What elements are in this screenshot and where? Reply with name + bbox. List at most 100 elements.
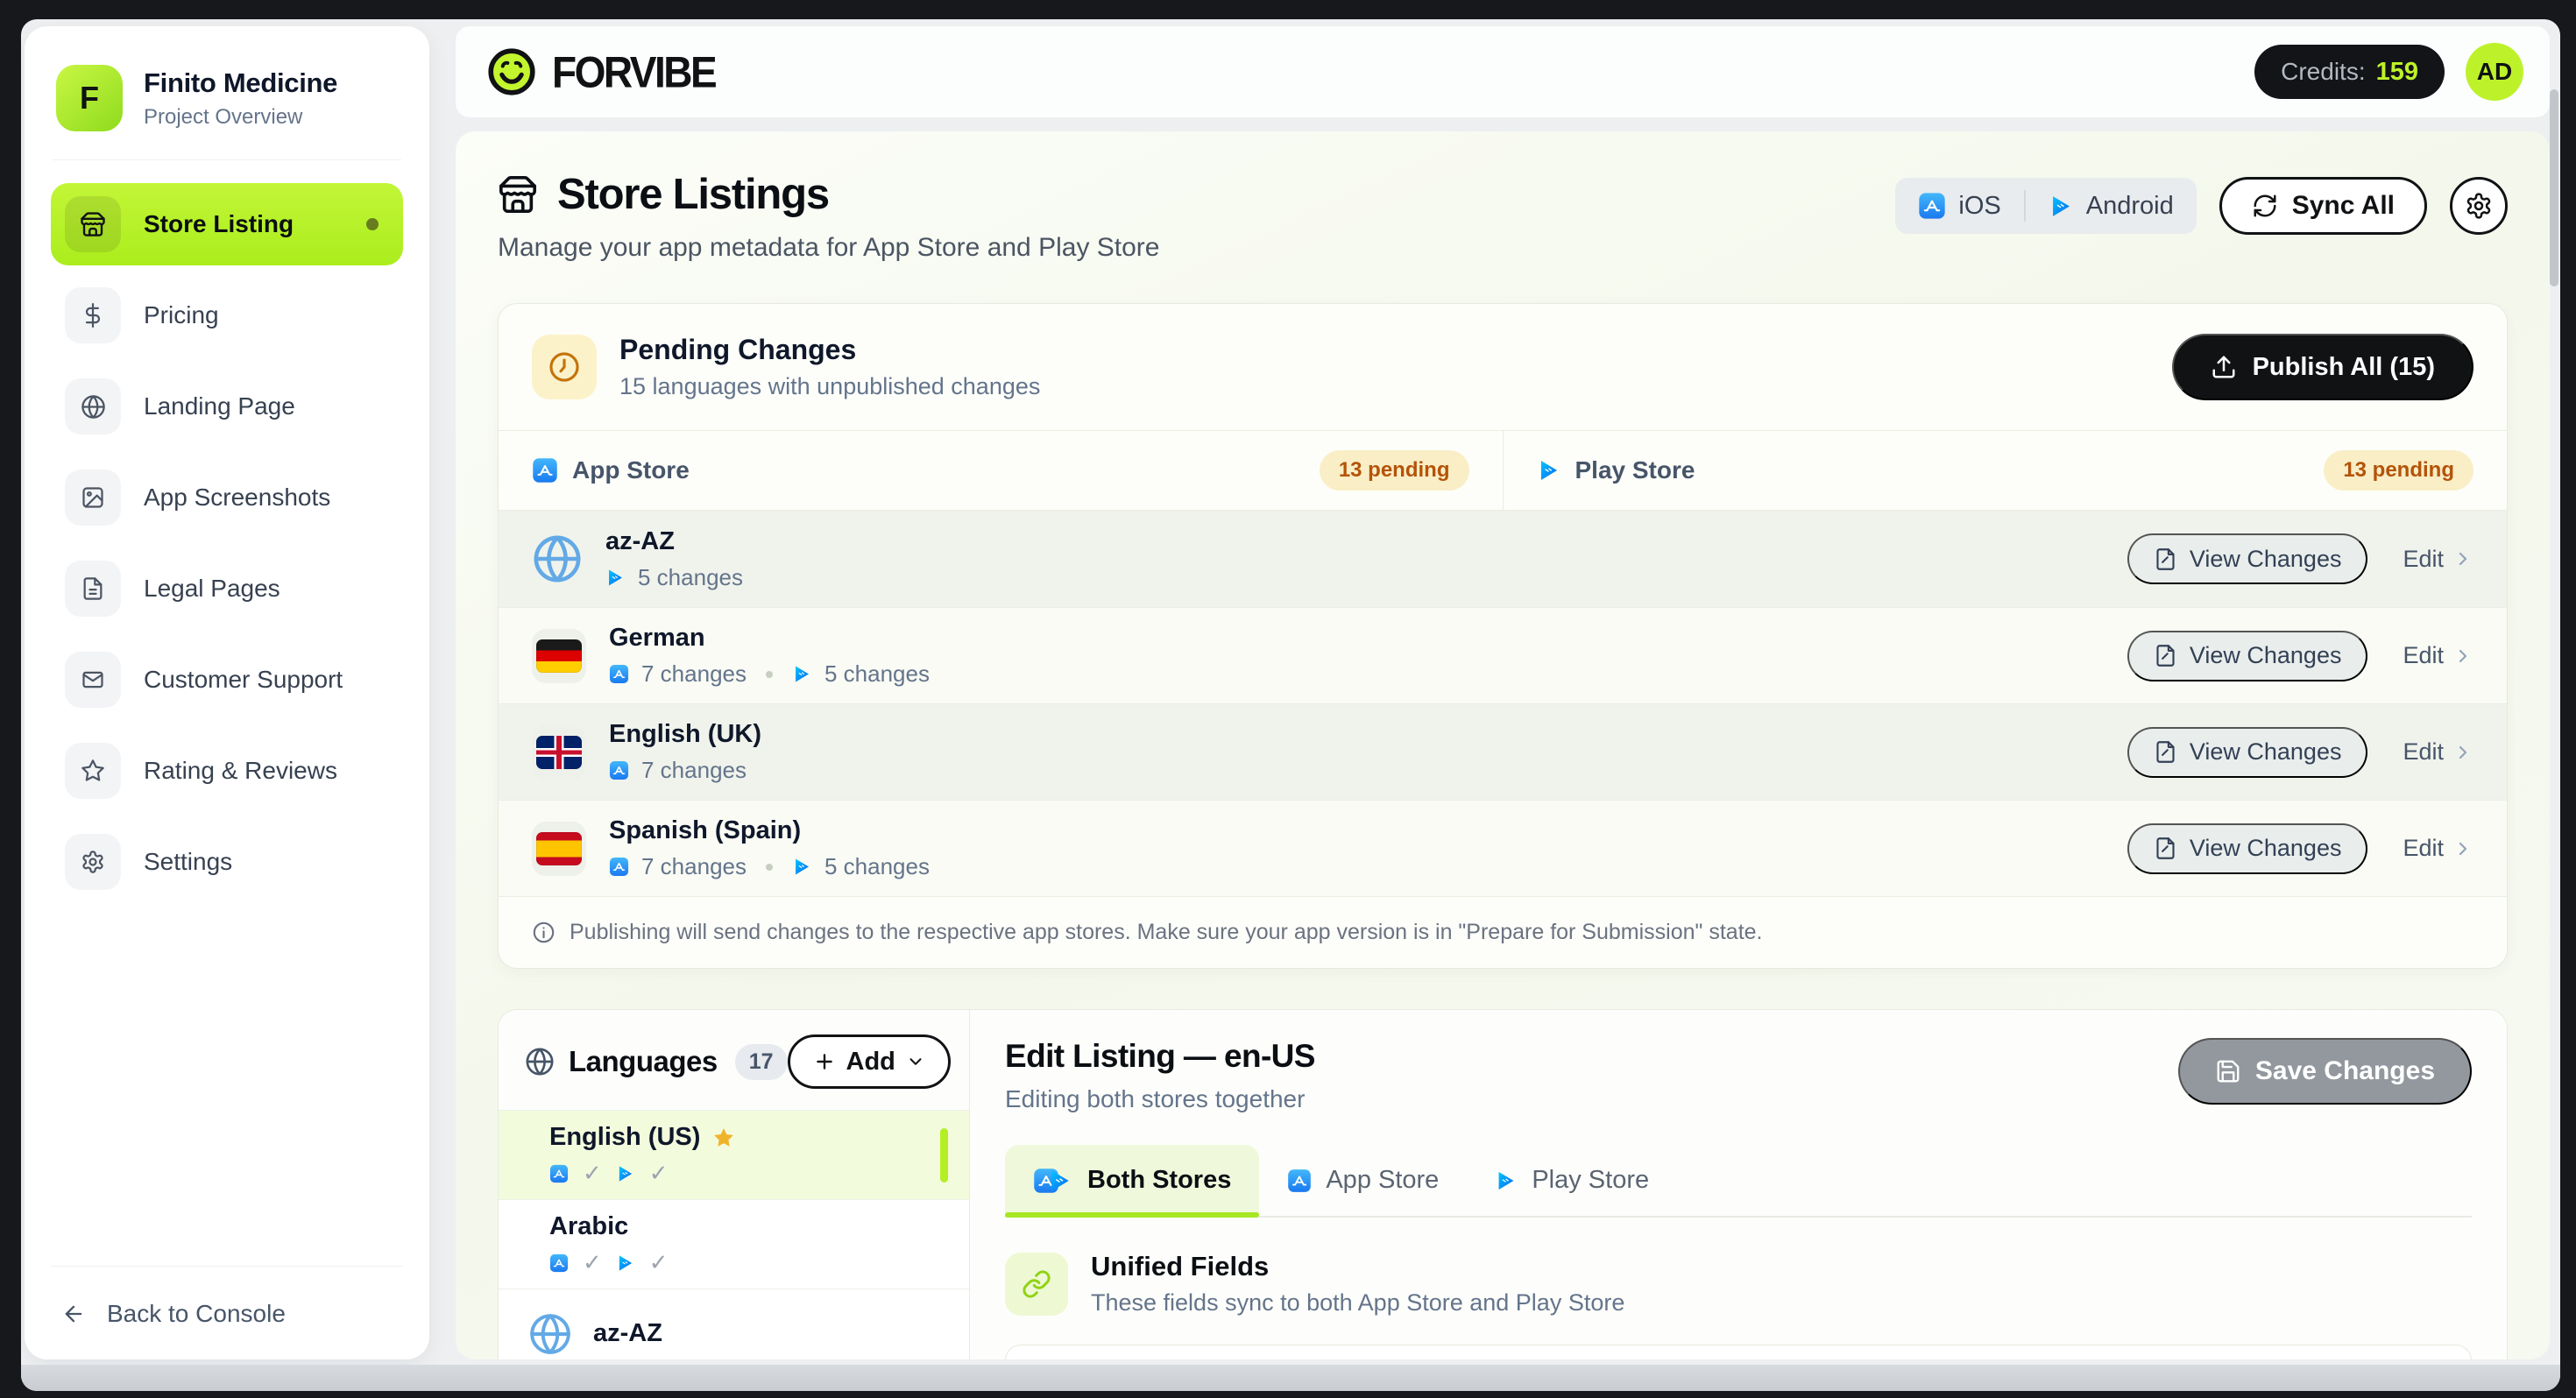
language-name: English (UK): [609, 720, 761, 749]
chevron-right-icon: [2452, 646, 2473, 667]
edit-button[interactable]: Edit: [2403, 835, 2473, 862]
play-store-column-header: Play Store 13 pending: [1503, 431, 2508, 510]
tab-label: Play Store: [1532, 1166, 1649, 1195]
sidebar-item-store-listing[interactable]: Store Listing: [51, 183, 403, 265]
sidebar-item-rating-reviews[interactable]: Rating & Reviews: [51, 730, 403, 812]
pending-row-english-uk[interactable]: English (UK) 7 changes View Changes: [499, 703, 2507, 800]
page-title: Store Listings: [557, 170, 829, 219]
view-changes-button[interactable]: View Changes: [2127, 631, 2368, 681]
platform-indicator: iOS Android: [1895, 178, 2196, 234]
language-name: German: [609, 624, 930, 653]
pending-row-spanish-spain[interactable]: Spanish (Spain) 7 changes 5 changes: [499, 800, 2507, 896]
sidebar-divider: [53, 159, 401, 160]
edit-button[interactable]: Edit: [2403, 738, 2473, 766]
app-window: F Finito Medicine Project Overview Store…: [21, 19, 2560, 1391]
field-card-partial: [1005, 1345, 2472, 1359]
brand-wordmark: FORVIBE: [552, 46, 715, 97]
settings-button[interactable]: [2450, 177, 2508, 235]
germany-flag: [532, 629, 586, 683]
sidebar-item-label: Rating & Reviews: [144, 757, 337, 785]
edit-listing-title: Edit Listing — en-US: [1005, 1038, 1315, 1075]
view-changes-button[interactable]: View Changes: [2127, 823, 2368, 874]
project-logo: F: [56, 65, 123, 131]
credits-pill: Credits: 159: [2254, 45, 2445, 99]
language-item-az-az[interactable]: az-AZ: [499, 1289, 969, 1359]
publish-all-button[interactable]: Publish All (15): [2172, 334, 2473, 400]
upload-icon: [2211, 354, 2237, 380]
sidebar-item-customer-support[interactable]: Customer Support: [51, 639, 403, 721]
sidebar-item-label: Store Listing: [144, 210, 294, 238]
edit-label: Edit: [2403, 546, 2444, 573]
page-heading: Store Listings Manage your app metadata …: [498, 170, 1159, 263]
tab-both-stores[interactable]: Both Stores: [1005, 1145, 1259, 1216]
add-language-button[interactable]: Add: [788, 1034, 951, 1089]
edit-button[interactable]: Edit: [2403, 642, 2473, 669]
sidebar-item-label: App Screenshots: [144, 484, 330, 512]
languages-panel: Languages 17 Add Englis: [499, 1010, 970, 1359]
app-store-icon: [1287, 1169, 1312, 1193]
platform-android[interactable]: Android: [2049, 192, 2174, 221]
ios-label: iOS: [1958, 192, 2000, 221]
check-icon: ✓: [649, 1160, 669, 1187]
store-columns-header: App Store 13 pending Play Store 13 pendi…: [499, 430, 2507, 511]
platform-divider: [2024, 190, 2026, 222]
play-changes-count: 5 changes: [638, 564, 743, 591]
edit-label: Edit: [2403, 835, 2444, 862]
plus-icon: [813, 1050, 836, 1073]
pending-row-az-az[interactable]: az-AZ 5 changes View Changes: [499, 511, 2507, 607]
sync-all-button[interactable]: Sync All: [2219, 177, 2427, 235]
platform-ios[interactable]: iOS: [1918, 192, 2000, 221]
play-store-icon: [2049, 194, 2074, 219]
languages-header: Languages 17 Add: [499, 1010, 969, 1111]
sidebar: F Finito Medicine Project Overview Store…: [25, 26, 429, 1359]
check-icon: ✓: [583, 1160, 602, 1187]
sidebar-item-label: Settings: [144, 848, 232, 876]
app-store-pending-badge: 13 pending: [1320, 450, 1469, 491]
file-diff-icon: [2154, 740, 2177, 764]
pending-row-german[interactable]: German 7 changes 5 changes: [499, 607, 2507, 703]
save-changes-label: Save Changes: [2255, 1056, 2435, 1086]
edit-label: Edit: [2403, 642, 2444, 669]
file-diff-icon: [2154, 644, 2177, 667]
save-changes-button[interactable]: Save Changes: [2178, 1038, 2472, 1105]
languages-title: Languages: [569, 1045, 718, 1078]
edit-listing-header: Edit Listing — en-US Editing both stores…: [1005, 1038, 2472, 1113]
sidebar-item-legal-pages[interactable]: Legal Pages: [51, 547, 403, 630]
edit-label: Edit: [2403, 738, 2444, 766]
page-subtitle: Manage your app metadata for App Store a…: [498, 233, 1159, 263]
view-changes-button[interactable]: View Changes: [2127, 727, 2368, 778]
tab-label: Both Stores: [1087, 1166, 1231, 1195]
chevron-right-icon: [2452, 838, 2473, 859]
sidebar-item-app-screenshots[interactable]: App Screenshots: [51, 456, 403, 539]
clock-icon: [532, 335, 597, 399]
tab-app-store[interactable]: App Store: [1259, 1145, 1467, 1216]
view-changes-button[interactable]: View Changes: [2127, 533, 2368, 584]
publish-note: Publishing will send changes to the resp…: [499, 896, 2507, 968]
app-store-icon: [549, 1164, 569, 1183]
sidebar-item-settings[interactable]: Settings: [51, 821, 403, 903]
language-item-arabic[interactable]: Arabic ✓ ✓: [499, 1200, 969, 1289]
save-icon: [2215, 1058, 2241, 1084]
language-item-english-us[interactable]: English (US) ✓ ✓: [499, 1111, 969, 1200]
unified-fields-subtitle: These fields sync to both App Store and …: [1091, 1289, 1624, 1317]
main-area: FORVIBE Credits: 159 AD Store Listings M…: [456, 26, 2550, 1359]
app-store-icon: [532, 457, 558, 484]
pending-changes-panel: Pending Changes 15 languages with unpubl…: [498, 303, 2508, 969]
window-bottom-edge: [21, 1365, 2560, 1391]
sidebar-item-pricing[interactable]: Pricing: [51, 274, 403, 357]
mail-icon: [65, 652, 121, 708]
brand: FORVIBE: [487, 47, 715, 96]
project-name: Finito Medicine: [144, 67, 337, 99]
play-store-pending-badge: 13 pending: [2324, 450, 2473, 491]
add-label: Add: [846, 1048, 895, 1077]
edit-button[interactable]: Edit: [2403, 546, 2473, 573]
image-icon: [65, 470, 121, 526]
tab-play-store[interactable]: Play Store: [1467, 1145, 1677, 1216]
pending-title: Pending Changes: [619, 334, 1040, 366]
avatar[interactable]: AD: [2466, 43, 2523, 101]
scrollbar-thumb[interactable]: [2550, 89, 2558, 286]
back-to-console-button[interactable]: Back to Console: [51, 1293, 403, 1335]
view-changes-label: View Changes: [2190, 835, 2342, 862]
sidebar-item-landing-page[interactable]: Landing Page: [51, 365, 403, 448]
arrow-left-icon: [61, 1302, 86, 1326]
